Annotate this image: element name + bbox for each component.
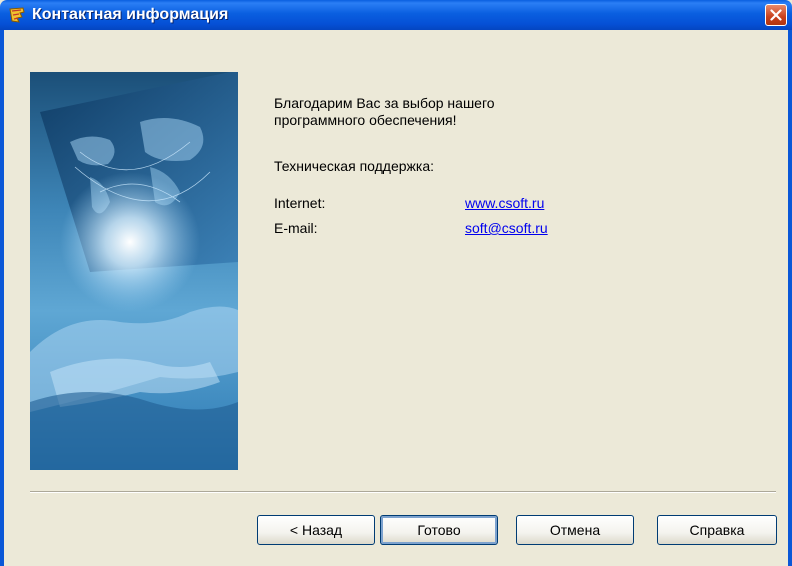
back-button[interactable]: < Назад [257, 515, 375, 545]
finish-button-label: Готово [417, 522, 461, 538]
close-icon [770, 9, 782, 21]
app-icon [9, 7, 25, 23]
thanks-text-line-2: программного обеспечения! [274, 112, 457, 128]
separator-line [30, 491, 776, 493]
thanks-text-line-1: Благодарим Вас за выбор нашего [274, 95, 495, 111]
email-label: E-mail: [274, 220, 318, 236]
email-link[interactable]: soft@csoft.ru [465, 220, 548, 236]
cancel-button-label: Отмена [549, 522, 601, 538]
window-title: Контактная информация [32, 6, 229, 23]
title-bar[interactable]: Контактная информация [0, 0, 792, 30]
window-frame-right [788, 30, 792, 566]
window-frame-left [0, 30, 4, 566]
close-button[interactable] [765, 4, 787, 26]
cancel-button[interactable]: Отмена [516, 515, 634, 545]
handshake-banner-image [30, 72, 238, 470]
help-button-label: Справка [689, 522, 745, 538]
support-heading: Техническая поддержка: [274, 158, 435, 174]
help-button[interactable]: Справка [657, 515, 777, 545]
internet-label: Internet: [274, 195, 326, 211]
back-button-label: < Назад [289, 522, 343, 538]
internet-link[interactable]: www.csoft.ru [465, 195, 544, 211]
finish-button[interactable]: Готово [380, 515, 498, 545]
dialog-window: Контактная информация Благодарим Вас за … [0, 0, 792, 566]
